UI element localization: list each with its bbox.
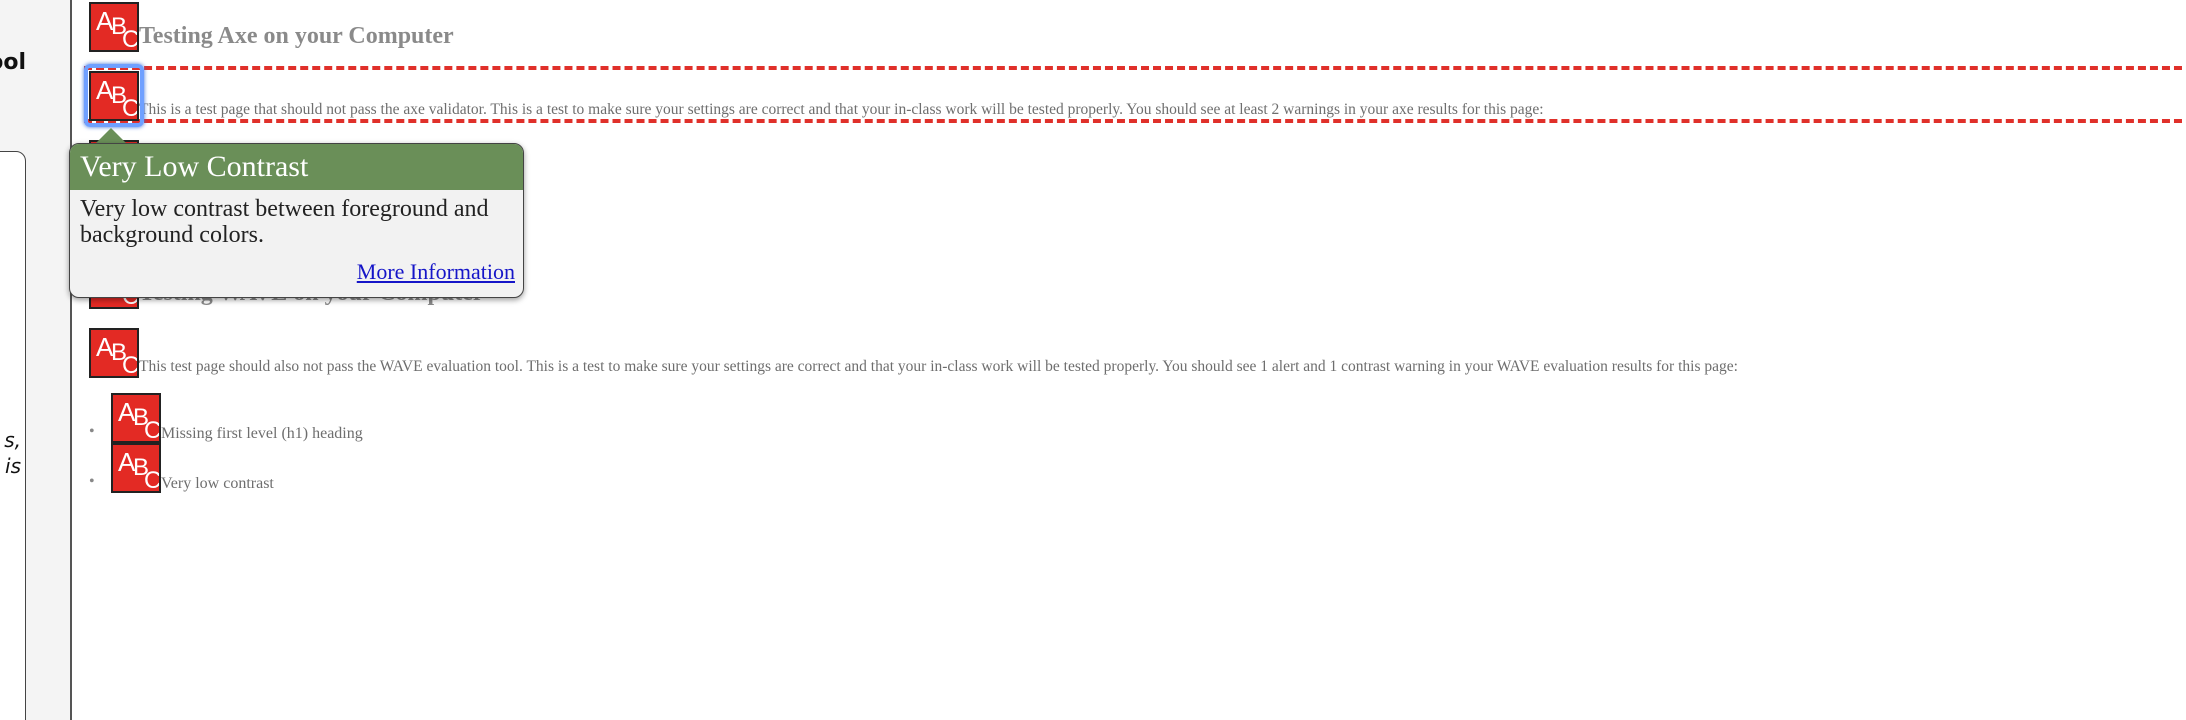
tooltip-title: Very Low Contrast xyxy=(70,144,523,190)
sidebar-panel-text: s, is xyxy=(0,427,21,479)
page-content: A B C Testing Axe on your Computer A B C… xyxy=(74,0,2186,720)
axe-heading-row: A B C Testing Axe on your Computer xyxy=(89,2,454,52)
icon-glyph: C xyxy=(144,467,161,493)
wave-contrast-error-icon[interactable]: A B C xyxy=(111,393,161,443)
list-item-text: Very low contrast xyxy=(161,475,274,492)
sidebar-panel: s, is xyxy=(0,151,26,720)
wave-paragraph: This test page should also not pass the … xyxy=(139,358,1738,375)
sidebar-title: ool xyxy=(0,50,26,75)
list-item: • A B C Missing first level (h1) heading xyxy=(89,393,363,443)
wave-contrast-error-icon[interactable]: A B C xyxy=(111,443,161,493)
more-information-link[interactable]: More Information xyxy=(357,259,515,285)
sidebar-panel-text-line: s, xyxy=(4,428,21,452)
tooltip-description: Very low contrast between foreground and… xyxy=(80,196,489,248)
icon-glyph: C xyxy=(122,352,139,378)
wave-tooltip: Very Low Contrast Very low contrast betw… xyxy=(69,143,524,298)
list-item-text: Missing first level (h1) heading xyxy=(161,425,363,442)
sidebar-panel-text-line: is xyxy=(5,454,21,478)
focus-ring xyxy=(84,64,144,127)
icon-glyph: C xyxy=(122,26,139,52)
sidebar: ool s, is xyxy=(0,0,72,720)
axe-paragraph: This is a test page that should not pass… xyxy=(139,101,1544,118)
list-bullet: • xyxy=(89,473,95,490)
wave-contrast-error-icon[interactable]: A B C xyxy=(89,328,139,378)
list-bullet: • xyxy=(89,423,95,440)
axe-paragraph-row: A B C This is a test page that should no… xyxy=(89,71,1544,121)
list-item: • A B C Very low contrast xyxy=(89,443,274,493)
icon-glyph: C xyxy=(144,417,161,443)
wave-contrast-error-icon[interactable]: A B C xyxy=(89,2,139,52)
wave-paragraph-row: A B C This test page should also not pas… xyxy=(89,328,1738,378)
axe-heading: Testing Axe on your Computer xyxy=(139,23,454,49)
